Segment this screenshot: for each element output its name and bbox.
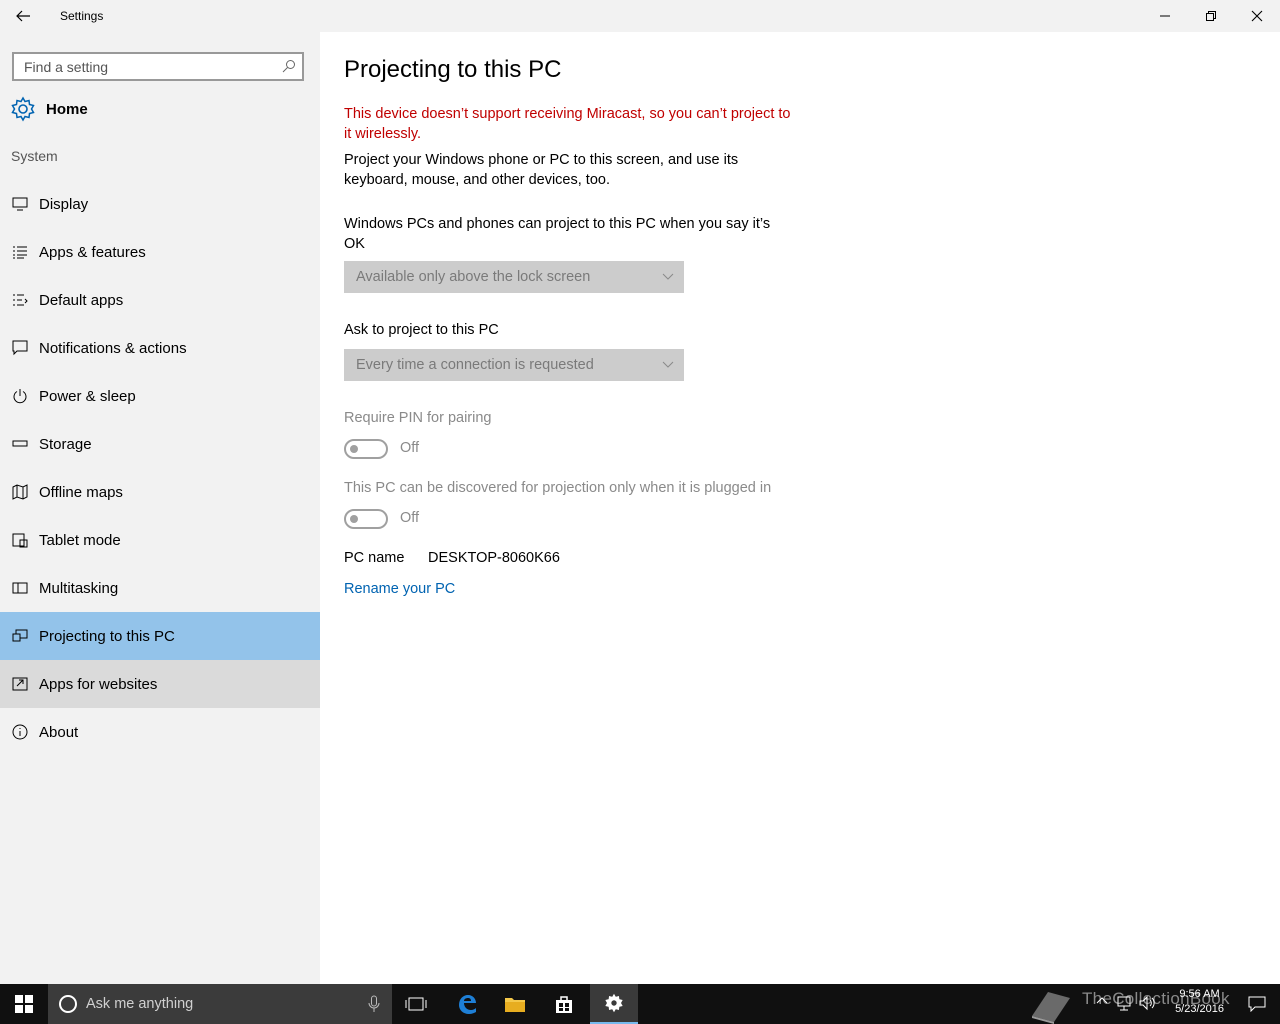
cortana-search-box[interactable]: Ask me anything <box>48 984 392 1024</box>
ask-project-label: Ask to project to this PC <box>344 322 499 338</box>
windows-logo-icon <box>15 995 33 1013</box>
window-title: Settings <box>60 9 104 23</box>
sidebar-item-display[interactable]: Display <box>0 180 320 228</box>
sidebar-nav: Display Apps & features Default apps Not… <box>0 180 320 756</box>
title-bar: Settings <box>0 0 1280 32</box>
project-icon <box>11 627 29 645</box>
gear-icon <box>605 993 623 1013</box>
chevron-up-icon[interactable] <box>1096 995 1108 1005</box>
sidebar-item-apps-websites[interactable]: Apps for websites <box>0 660 320 708</box>
sidebar-item-apps-features[interactable]: Apps & features <box>0 228 320 276</box>
message-icon <box>11 339 29 357</box>
start-button[interactable] <box>0 984 48 1024</box>
require-pin-toggle[interactable] <box>344 439 388 459</box>
page-title: Projecting to this PC <box>344 56 562 83</box>
sidebar-item-offline-maps[interactable]: Offline maps <box>0 468 320 516</box>
back-arrow-icon <box>16 10 30 22</box>
map-icon <box>11 483 29 501</box>
close-button[interactable] <box>1234 0 1280 32</box>
storage-icon <box>11 435 29 453</box>
minimize-button[interactable] <box>1142 0 1188 32</box>
clock[interactable]: 9:56 AM 5/23/2016 <box>1175 987 1224 1017</box>
project-when-dropdown[interactable]: Available only above the lock screen <box>344 261 684 293</box>
action-center-icon[interactable] <box>1248 996 1266 1012</box>
volume-icon[interactable] <box>1138 995 1156 1011</box>
info-icon <box>11 723 29 741</box>
microphone-icon[interactable] <box>368 995 380 1013</box>
task-view-icon <box>405 997 427 1011</box>
sidebar-item-projecting[interactable]: Projecting to this PC <box>0 612 320 660</box>
miracast-warning: This device doesn’t support receiving Mi… <box>344 106 791 142</box>
project-when-label: Windows PCs and phones can project to th… <box>344 216 771 252</box>
plugged-in-toggle[interactable] <box>344 509 388 529</box>
sidebar-item-notifications[interactable]: Notifications & actions <box>0 324 320 372</box>
require-pin-label: Require PIN for pairing <box>344 410 492 426</box>
plugged-in-state: Off <box>400 510 420 526</box>
book-watermark-icon <box>1032 992 1070 1024</box>
project-when-value: Available only above the lock screen <box>356 269 591 285</box>
restore-button[interactable] <box>1188 0 1234 32</box>
sidebar-item-power-sleep[interactable]: Power & sleep <box>0 372 320 420</box>
sidebar-item-storage[interactable]: Storage <box>0 420 320 468</box>
folder-icon <box>505 998 525 1012</box>
pc-name-value: DESKTOP-8060K66 <box>428 550 560 566</box>
ask-project-value: Every time a connection is requested <box>356 357 594 373</box>
search-icon[interactable] <box>282 59 296 73</box>
tablet-icon <box>11 531 29 549</box>
list-icon <box>11 243 29 261</box>
clock-time: 9:56 AM <box>1179 988 1220 1000</box>
ask-project-dropdown[interactable]: Every time a connection is requested <box>344 349 684 381</box>
minimize-icon <box>1160 15 1170 17</box>
taskbar: Ask me anything TheCollectionBook 9:56 A… <box>0 984 1280 1024</box>
store-button[interactable] <box>540 984 588 1024</box>
restore-icon <box>1206 11 1216 21</box>
clock-date: 5/23/2016 <box>1175 1003 1224 1015</box>
store-bag-icon <box>556 996 572 1013</box>
sidebar-item-multitasking[interactable]: Multitasking <box>0 564 320 612</box>
cortana-placeholder: Ask me anything <box>86 996 194 1012</box>
system-tray: TheCollectionBook 9:56 AM 5/23/2016 <box>1020 984 1280 1024</box>
cortana-icon <box>59 995 77 1013</box>
home-link[interactable]: Home <box>10 94 88 124</box>
search-placeholder: Find a setting <box>24 59 109 75</box>
power-icon <box>11 387 29 405</box>
back-button[interactable] <box>0 0 46 32</box>
section-label: System <box>11 148 58 164</box>
close-icon <box>1251 10 1263 22</box>
file-explorer-button[interactable] <box>491 984 539 1024</box>
search-input[interactable]: Find a setting <box>12 52 304 81</box>
default-list-icon <box>11 291 29 309</box>
description-text: Project your Windows phone or PC to this… <box>344 152 739 188</box>
sidebar-item-tablet-mode[interactable]: Tablet mode <box>0 516 320 564</box>
chevron-down-icon <box>662 273 674 280</box>
home-label: Home <box>46 100 88 118</box>
pc-name-label: PC name <box>344 550 405 566</box>
multitask-icon <box>11 579 29 597</box>
sidebar: Find a setting Home System Display Apps … <box>0 32 320 984</box>
gear-icon <box>11 96 35 122</box>
chevron-down-icon <box>662 361 674 368</box>
plugged-in-label: This PC can be discovered for projection… <box>344 480 772 496</box>
task-view-button[interactable] <box>392 984 440 1024</box>
sidebar-item-default-apps[interactable]: Default apps <box>0 276 320 324</box>
edge-button[interactable] <box>443 984 491 1024</box>
edge-icon <box>459 995 476 1014</box>
rename-pc-link[interactable]: Rename your PC <box>344 581 455 597</box>
settings-taskbar-button[interactable] <box>590 984 638 1024</box>
sidebar-item-about[interactable]: About <box>0 708 320 756</box>
require-pin-state: Off <box>400 440 420 456</box>
network-icon[interactable] <box>1116 995 1132 1011</box>
monitor-icon <box>11 195 29 213</box>
website-icon <box>11 675 29 693</box>
